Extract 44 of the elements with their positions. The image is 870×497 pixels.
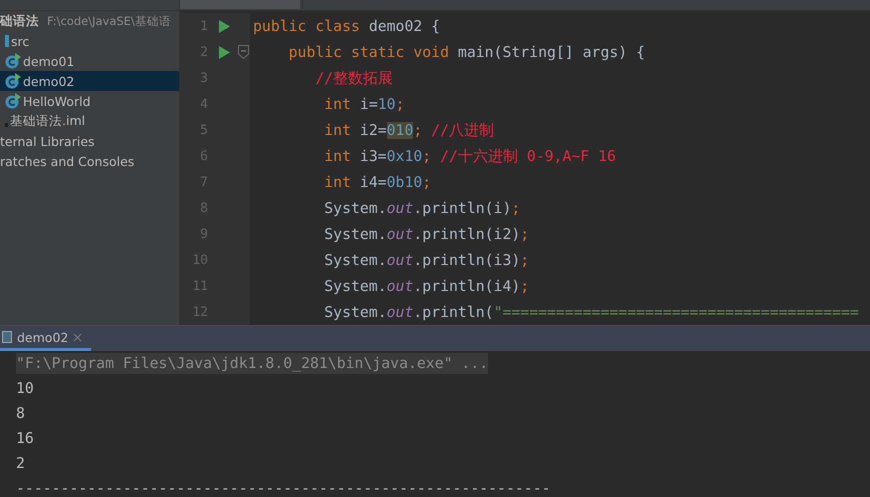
tree-label: ratches and Consoles — [0, 154, 134, 168]
tree-item[interactable]: ratches and Consoles — [0, 151, 179, 171]
code-line: System.out.println(i2); — [323, 226, 530, 242]
code-line: System.out.println(i); — [323, 200, 520, 216]
tree-label: 础语法 — [0, 12, 39, 30]
tree-label: 基础语法.iml — [10, 112, 86, 130]
tree-item[interactable]: src — [0, 31, 179, 51]
code-line: public static void main(String[] args) { — [288, 44, 645, 60]
console-line: 2 — [16, 455, 25, 472]
console-line: 10 — [16, 380, 34, 397]
tree-item[interactable]: demo02 — [0, 71, 179, 91]
tree-item[interactable]: demo01 — [0, 51, 179, 71]
code-line: System.out.println("======================================== — [323, 304, 859, 320]
file-icon — [5, 123, 8, 127]
tree-label: HelloWorld — [23, 94, 91, 108]
run-icon[interactable] — [218, 20, 230, 32]
code-line: public class demo02 { — [252, 18, 440, 34]
code-line: //整数拓展 — [314, 68, 394, 88]
code-line: int i3=0x10; //十六进制 0-9,A~F 16 — [323, 146, 616, 166]
console-icon — [2, 331, 12, 343]
tree-label: demo02 — [23, 74, 74, 88]
console-line: 8 — [16, 405, 25, 422]
console-line: 16 — [16, 430, 34, 447]
console-line: ------------------------------------------------------------ — [16, 480, 551, 497]
class-icon — [5, 73, 21, 89]
tree-label: src — [11, 34, 30, 48]
tree-label: ternal Libraries — [0, 134, 95, 148]
run-icon[interactable] — [218, 46, 230, 58]
close-icon[interactable] — [73, 332, 82, 342]
code-line: System.out.println(i4); — [323, 278, 530, 294]
tree-label: demo01 — [23, 54, 74, 68]
code-line: System.out.println(i3); — [323, 252, 530, 268]
class-icon — [5, 53, 21, 69]
folder-icon — [5, 35, 9, 47]
class-icon — [5, 93, 21, 109]
tree-item[interactable]: 基础语法.iml — [0, 111, 179, 131]
tree-item[interactable]: HelloWorld — [0, 91, 179, 111]
code-line: int i4=0b10; — [323, 174, 432, 190]
tree-item[interactable]: ternal Libraries — [0, 131, 179, 151]
project-path: F:\code\JavaSE\基础语 — [47, 14, 171, 28]
fold-icon[interactable] — [238, 45, 249, 59]
code-line: int i2=010; //八进制 — [323, 120, 494, 140]
code-line: int i=10; — [323, 96, 404, 112]
tree-item[interactable]: 础语法 F:\code\JavaSE\基础语 — [0, 11, 179, 31]
